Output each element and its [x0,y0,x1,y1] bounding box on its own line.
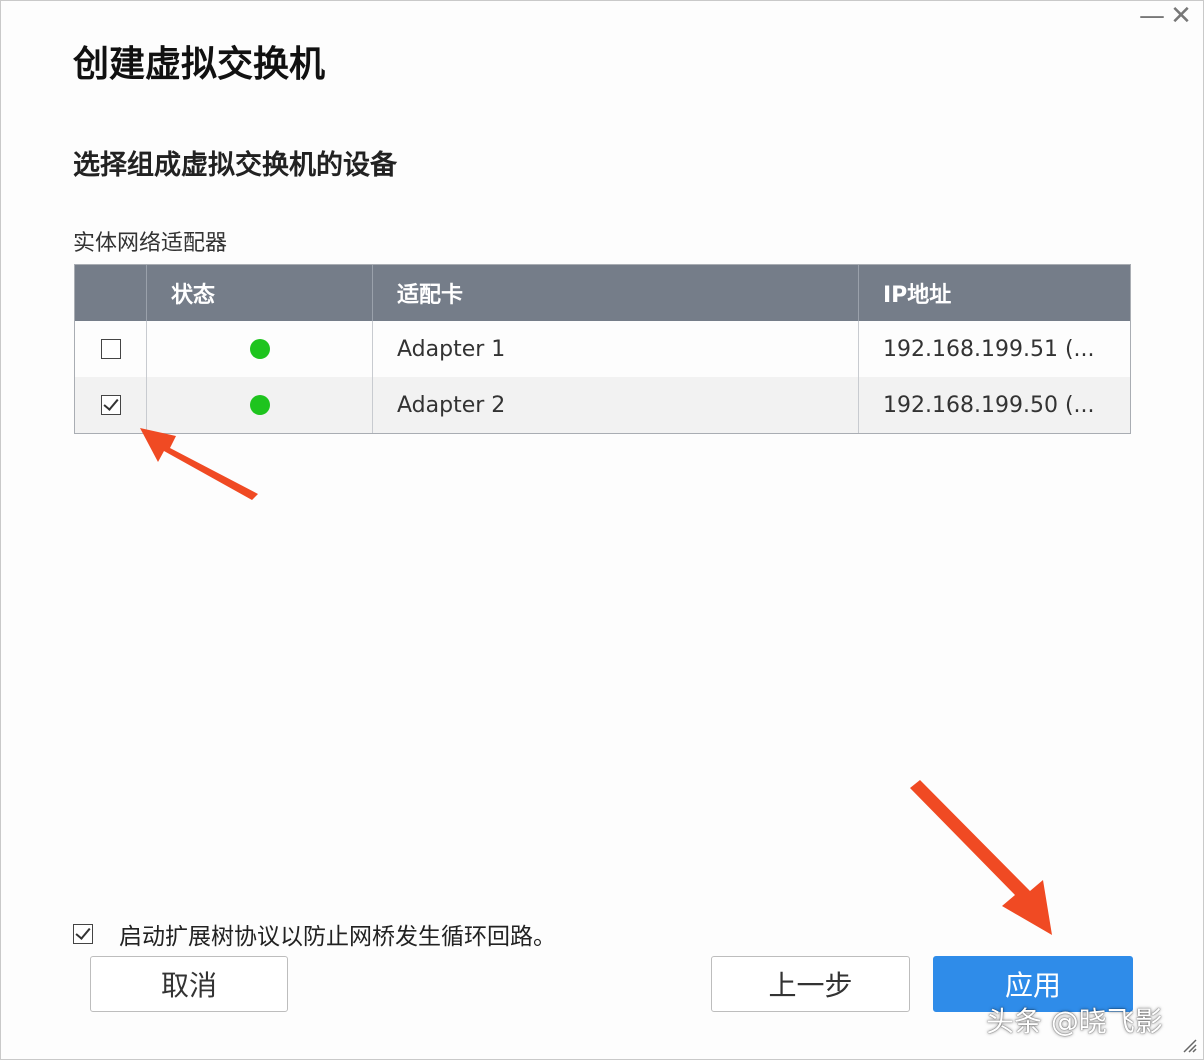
status-cell [147,321,373,377]
create-virtual-switch-dialog: — ✕ 创建虚拟交换机 选择组成虚拟交换机的设备 实体网络适配器 状态 适配卡 … [0,0,1204,1060]
previous-button[interactable]: 上一步 [711,956,910,1012]
header-adapter[interactable]: 适配卡 [373,265,859,321]
header-check [75,265,147,321]
table-header: 状态 适配卡 IP地址 [75,265,1130,321]
row-check-cell[interactable] [75,377,147,433]
stp-checkbox[interactable] [73,924,93,944]
watermark-text: 头条 @晓飞影 [986,1005,1163,1038]
header-status[interactable]: 状态 [147,265,373,321]
dialog-title: 创建虚拟交换机 [73,44,326,85]
stp-label: 启动扩展树协议以防止网桥发生循环回路。 [119,924,556,950]
status-dot-icon [249,339,270,359]
close-button[interactable]: ✕ [1167,3,1195,31]
adapter-2-checkbox[interactable] [100,395,121,415]
status-dot-icon [249,395,270,415]
status-cell [147,377,373,433]
cancel-button[interactable]: 取消 [90,956,288,1012]
table-row[interactable]: Adapter 2 192.168.199.50 (... [75,377,1130,433]
adapter-name: Adapter 2 [373,377,859,433]
adapter-name: Adapter 1 [373,321,859,377]
resize-grip-icon[interactable] [1181,1037,1197,1053]
adapter-ip: 192.168.199.50 (... [883,392,1095,418]
adapter-1-checkbox[interactable] [100,339,121,359]
step-subtitle: 选择组成虚拟交换机的设备 [73,150,397,181]
header-ip[interactable]: IP地址 [859,265,1130,321]
section-label: 实体网络适配器 [73,231,228,256]
table-row[interactable]: Adapter 1 192.168.199.51 (... [75,321,1130,377]
stp-option[interactable]: 启动扩展树协议以防止网桥发生循环回路。 [73,917,556,951]
minimize-button[interactable]: — [1138,3,1166,31]
adapter-table: 状态 适配卡 IP地址 Adapter 1 192.168.199.51 (..… [74,264,1131,434]
row-check-cell[interactable] [75,321,147,377]
adapter-ip: 192.168.199.51 (... [883,336,1095,362]
